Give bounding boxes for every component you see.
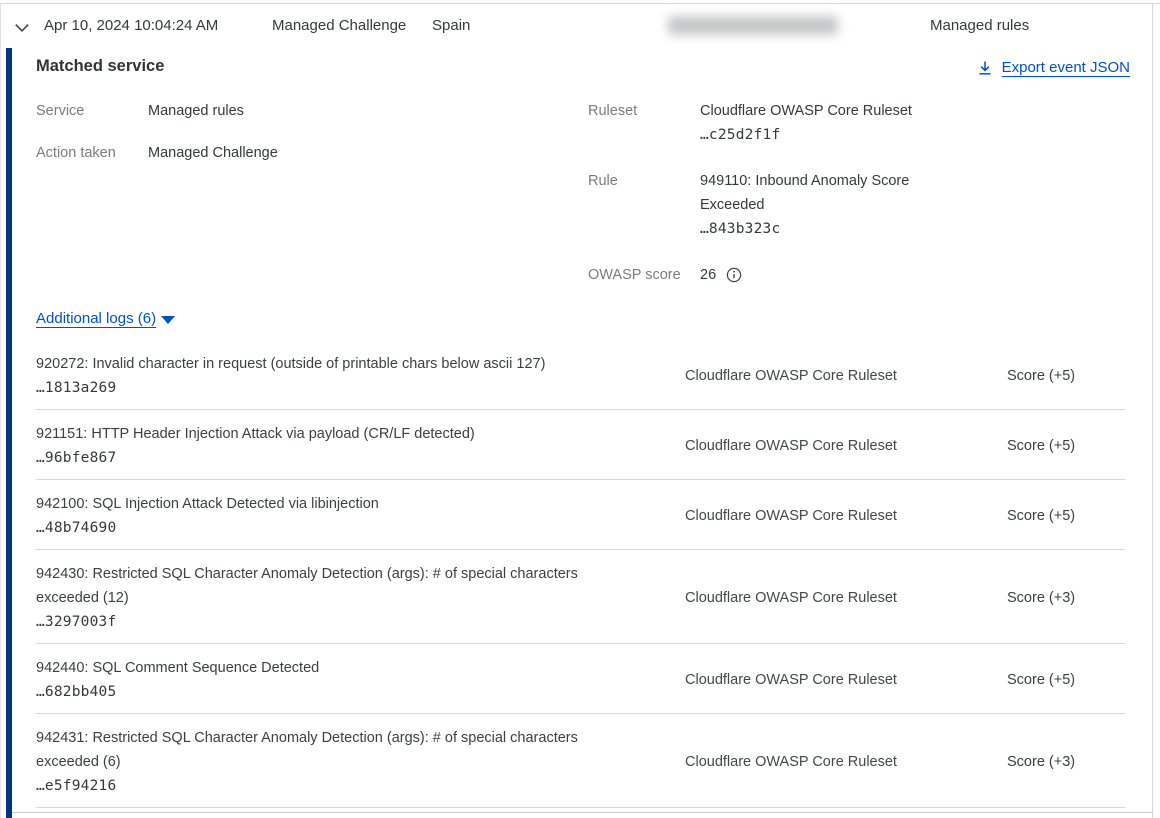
log-description-cell: 920272: Invalid character in request (ou…: [36, 352, 685, 400]
ruleset-id: …c25d2f1f: [700, 123, 912, 147]
redacted-field: [668, 16, 838, 35]
additional-logs-label: Additional logs (6): [36, 310, 156, 327]
field-label: OWASP score: [588, 263, 700, 287]
field-value: Managed Challenge: [148, 141, 278, 165]
event-detail-panel: Apr 10, 2024 10:04:24 AM Managed Challen…: [0, 0, 1160, 818]
log-description: 942440: SQL Comment Sequence Detected: [36, 656, 636, 680]
log-rule-id: …1813a269: [36, 376, 685, 400]
log-row: 920272: Invalid character in request (ou…: [36, 340, 1125, 410]
field-owasp-score: OWASP score 26: [588, 263, 948, 287]
ruleset-name: Cloudflare OWASP Core Ruleset: [700, 99, 912, 123]
field-rule: Rule 949110: Inbound Anomaly Score Excee…: [588, 169, 948, 241]
field-action-taken: Action taken Managed Challenge: [36, 141, 456, 165]
log-score: Score (+5): [1007, 508, 1125, 524]
log-description-cell: 942431: Restricted SQL Character Anomaly…: [36, 726, 685, 798]
field-value: Cloudflare OWASP Core Ruleset …c25d2f1f: [700, 99, 912, 147]
log-ruleset: Cloudflare OWASP Core Ruleset: [685, 438, 1007, 454]
log-score: Score (+3): [1007, 754, 1125, 770]
log-score: Score (+5): [1007, 438, 1125, 454]
log-description: 942100: SQL Injection Attack Detected vi…: [36, 492, 636, 516]
additional-logs-table: 920272: Invalid character in request (ou…: [0, 340, 1160, 808]
log-score: Score (+5): [1007, 672, 1125, 688]
field-value: 949110: Inbound Anomaly Score Exceeded ……: [700, 169, 942, 241]
field-value: 26: [700, 263, 742, 287]
event-timestamp: Apr 10, 2024 10:04:24 AM: [44, 17, 218, 34]
log-ruleset: Cloudflare OWASP Core Ruleset: [685, 368, 1007, 384]
additional-logs-toggle[interactable]: Additional logs (6): [36, 310, 175, 327]
log-row: 942100: SQL Injection Attack Detected vi…: [36, 480, 1125, 550]
log-ruleset: Cloudflare OWASP Core Ruleset: [685, 508, 1007, 524]
matched-service-title: Matched service: [36, 57, 164, 76]
log-rule-id: …48b74690: [36, 516, 685, 540]
field-label: Ruleset: [588, 99, 700, 147]
owasp-score-value: 26: [700, 263, 716, 287]
log-row: 921151: HTTP Header Injection Attack via…: [36, 410, 1125, 480]
log-description: 942431: Restricted SQL Character Anomaly…: [36, 726, 636, 774]
log-description-cell: 942430: Restricted SQL Character Anomaly…: [36, 562, 685, 634]
top-divider: [0, 3, 1160, 4]
log-ruleset: Cloudflare OWASP Core Ruleset: [685, 672, 1007, 688]
download-icon: [977, 60, 993, 76]
log-description: 921151: HTTP Header Injection Attack via…: [36, 422, 636, 446]
event-service: Managed rules: [930, 17, 1029, 34]
log-description-cell: 942440: SQL Comment Sequence Detected …6…: [36, 656, 685, 704]
log-ruleset: Cloudflare OWASP Core Ruleset: [685, 590, 1007, 606]
field-label: Service: [36, 99, 148, 123]
export-link-label: Export event JSON: [1002, 59, 1130, 76]
event-row-header[interactable]: Apr 10, 2024 10:04:24 AM Managed Challen…: [0, 16, 1160, 40]
event-country: Spain: [432, 17, 470, 34]
log-rule-id: …96bfe867: [36, 446, 685, 470]
rule-name: 949110: Inbound Anomaly Score Exceeded: [700, 169, 942, 217]
bottom-divider: [12, 812, 1153, 813]
log-rule-id: …e5f94216: [36, 774, 685, 798]
caret-down-icon: [161, 316, 175, 324]
log-description: 920272: Invalid character in request (ou…: [36, 352, 636, 376]
log-description-cell: 921151: HTTP Header Injection Attack via…: [36, 422, 685, 470]
log-rule-id: …682bb405: [36, 680, 685, 704]
fields-right-column: Ruleset Cloudflare OWASP Core Ruleset …c…: [588, 99, 948, 309]
field-value: Managed rules: [148, 99, 244, 123]
chevron-down-icon[interactable]: [13, 19, 31, 37]
log-description-cell: 942100: SQL Injection Attack Detected vi…: [36, 492, 685, 540]
log-row: 942440: SQL Comment Sequence Detected …6…: [36, 644, 1125, 714]
event-action: Managed Challenge: [272, 17, 406, 34]
fields-left-column: Service Managed rules Action taken Manag…: [36, 99, 456, 183]
log-ruleset: Cloudflare OWASP Core Ruleset: [685, 754, 1007, 770]
log-score: Score (+5): [1007, 368, 1125, 384]
field-label: Rule: [588, 169, 700, 241]
log-score: Score (+3): [1007, 590, 1125, 606]
log-rule-id: …3297003f: [36, 610, 685, 634]
info-icon[interactable]: [726, 267, 742, 283]
field-ruleset: Ruleset Cloudflare OWASP Core Ruleset …c…: [588, 99, 948, 147]
field-service: Service Managed rules: [36, 99, 456, 123]
export-event-json-link[interactable]: Export event JSON: [977, 59, 1130, 76]
log-description: 942430: Restricted SQL Character Anomaly…: [36, 562, 636, 610]
rule-id: …843b323c: [700, 217, 942, 241]
log-row: 942430: Restricted SQL Character Anomaly…: [36, 550, 1125, 644]
log-row: 942431: Restricted SQL Character Anomaly…: [36, 714, 1125, 808]
field-label: Action taken: [36, 141, 148, 165]
